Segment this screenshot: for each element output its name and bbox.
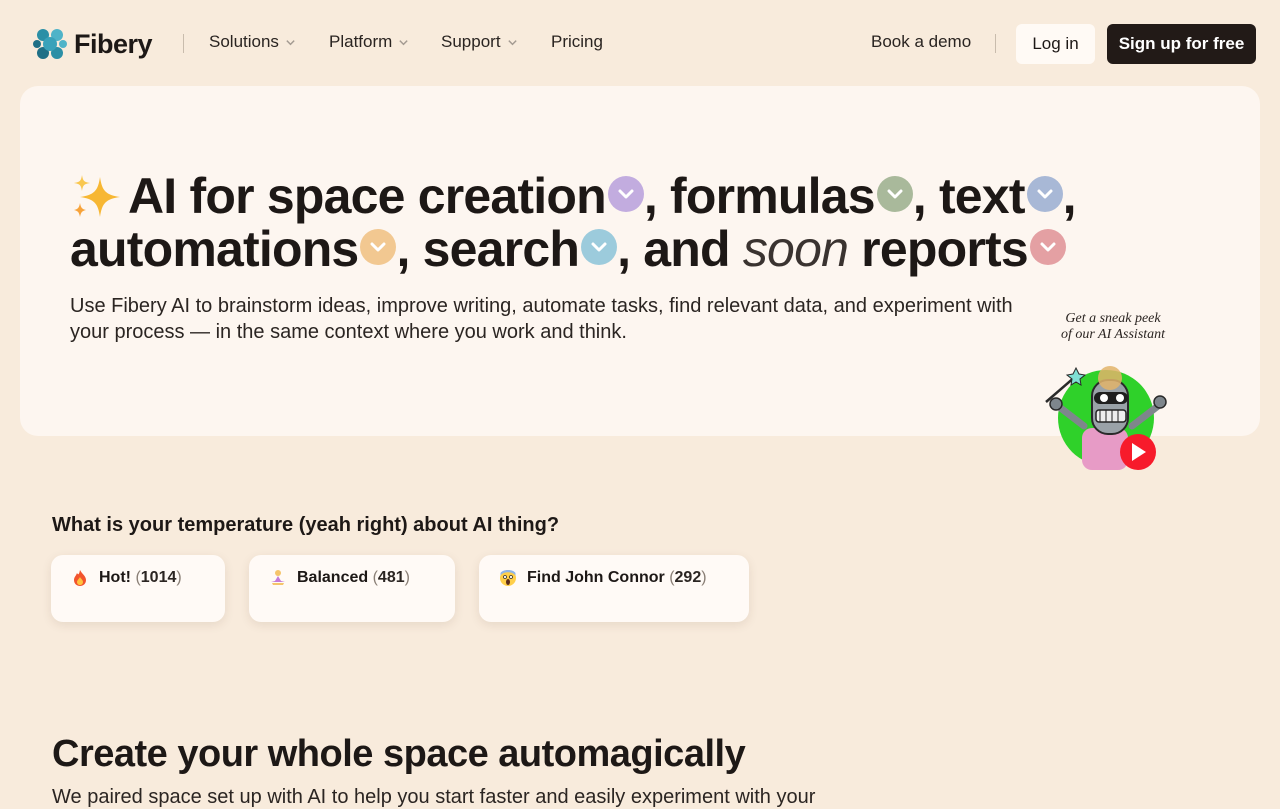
nav-solutions-label: Solutions — [209, 32, 279, 51]
hero-headline: AI for space creation , formulas , text, au… — [70, 170, 1180, 276]
headline-part: , search — [396, 221, 580, 277]
nav-divider — [995, 34, 996, 53]
top-navigation: Fibery Solutions Platform Support Pricin… — [0, 0, 1280, 88]
peek-line-1: Get a sneak peek — [1065, 311, 1161, 326]
poll-option-label: Find John Connor — [527, 569, 665, 586]
nav-pricing[interactable]: Pricing — [551, 32, 603, 52]
nav-support-label: Support — [441, 32, 501, 51]
nav-divider — [183, 34, 184, 53]
nav-solutions[interactable]: Solutions — [209, 32, 296, 52]
poll-option-balanced[interactable]: Balanced (481) — [249, 555, 455, 622]
chevron-down-icon[interactable] — [581, 228, 618, 265]
headline-part: , text — [912, 168, 1026, 224]
signup-button[interactable]: Sign up for free — [1107, 24, 1256, 64]
headline-soon: soon — [742, 221, 849, 277]
nav-support[interactable]: Support — [441, 32, 518, 52]
ai-assistant-video-thumbnail[interactable] — [1040, 362, 1174, 474]
poll-option-label: Hot! — [99, 569, 131, 586]
poll-option-label: Balanced — [297, 569, 369, 586]
headline-part: automations — [70, 221, 359, 277]
headline-part: , formulas — [643, 168, 876, 224]
headline-part: , — [1062, 168, 1077, 224]
headline-part: reports — [848, 221, 1028, 277]
screaming-face-icon — [500, 570, 516, 586]
poll-option-count: 1014 — [140, 569, 177, 586]
fire-icon — [74, 570, 86, 586]
book-demo-label: Book a demo — [871, 32, 972, 51]
hero-subtext: Use Fibery AI to brainstorm ideas, impro… — [70, 295, 1013, 343]
chevron-down-icon — [286, 39, 295, 45]
sparkles-icon — [74, 174, 120, 217]
nav-pricing-label: Pricing — [551, 32, 603, 51]
book-demo-link[interactable]: Book a demo — [871, 32, 971, 52]
chevron-down-icon[interactable] — [360, 228, 397, 265]
login-button[interactable]: Log in — [1016, 24, 1095, 64]
chevron-down-icon[interactable] — [1026, 175, 1063, 212]
section-subtitle: We paired space set up with AI to help y… — [52, 786, 816, 808]
nav-platform[interactable]: Platform — [329, 32, 409, 52]
fibery-logo-icon — [33, 29, 67, 59]
brand-name: Fibery — [74, 28, 153, 59]
headline-part: AI for space creation — [128, 168, 607, 224]
chevron-down-icon[interactable] — [1029, 228, 1066, 265]
chevron-down-icon[interactable] — [876, 175, 913, 212]
headline-part: , and — [617, 221, 743, 277]
poll-option-find-john-connor[interactable]: Find John Connor (292) — [479, 555, 749, 622]
meditating-person-icon — [271, 570, 285, 585]
poll-question: What is your temperature (yeah right) ab… — [52, 514, 560, 536]
brand-logo[interactable]: Fibery — [32, 26, 153, 62]
section-title: Create your whole space automagically — [52, 733, 746, 775]
sneak-peek-caption: Get a sneak peek of our AI Assistant — [1040, 311, 1186, 343]
chevron-down-icon[interactable] — [607, 175, 644, 212]
chevron-down-icon — [507, 39, 517, 45]
chevron-down-icon — [399, 39, 408, 45]
poll-option-hot[interactable]: Hot! (1014) — [51, 555, 225, 622]
poll-option-count: 481 — [377, 569, 405, 586]
poll-option-count: 292 — [674, 569, 702, 586]
nav-platform-label: Platform — [329, 32, 393, 51]
peek-line-2: of our AI Assistant — [1060, 327, 1166, 342]
